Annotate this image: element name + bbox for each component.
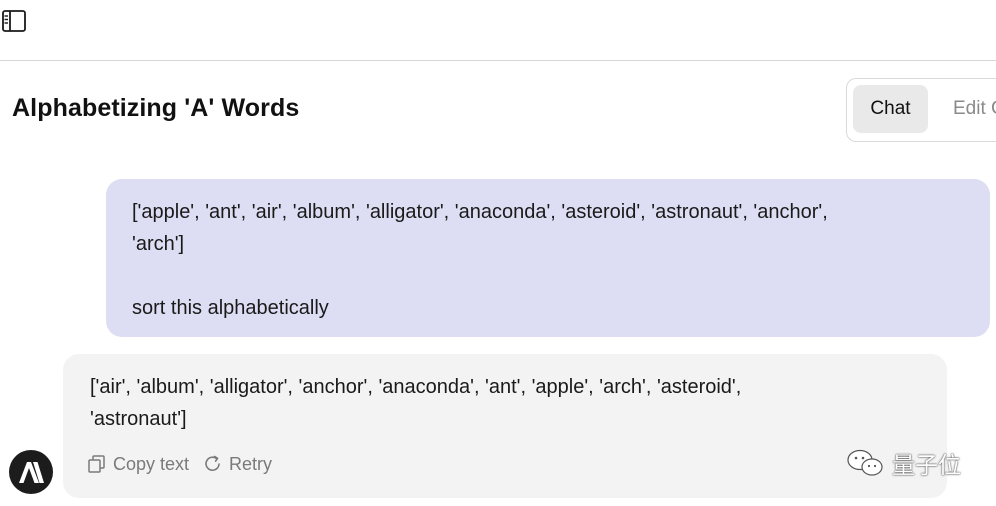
assistant-message: ['air', 'album', 'alligator', 'anchor', … xyxy=(63,354,947,498)
user-message-line: sort this alphabetically xyxy=(132,297,329,319)
tab-edit[interactable]: Edit C xyxy=(953,85,996,133)
watermark-text: 量子位 xyxy=(892,453,961,479)
message-actions: Copy text Retry xyxy=(87,450,286,478)
conversation-title: Alphabetizing 'A' Words xyxy=(12,94,300,122)
sidebar-toggle-icon[interactable] xyxy=(2,10,26,32)
copy-text-button[interactable]: Copy text xyxy=(87,448,189,480)
user-message: ['apple', 'ant', 'air', 'album', 'alliga… xyxy=(106,179,990,337)
retry-icon xyxy=(205,455,220,472)
assistant-message-line: ['air', 'album', 'alligator', 'anchor', … xyxy=(90,376,742,398)
wechat-icon xyxy=(847,449,883,476)
copy-icon xyxy=(88,455,105,473)
retry-label: Retry xyxy=(229,454,273,474)
assistant-avatar xyxy=(9,450,53,494)
copy-text-label: Copy text xyxy=(113,454,190,474)
watermark: 量子位 xyxy=(846,446,961,480)
anthropic-logo-icon xyxy=(19,462,44,483)
tab-chat[interactable]: Chat xyxy=(853,85,928,133)
user-message-line: 'arch'] xyxy=(132,233,185,255)
mode-switch: Chat Edit C xyxy=(846,78,996,142)
assistant-message-line: 'astronaut'] xyxy=(90,408,187,430)
top-bar xyxy=(0,0,996,61)
retry-button[interactable]: Retry xyxy=(203,448,272,480)
user-message-line: ['apple', 'ant', 'air', 'album', 'alliga… xyxy=(132,201,828,223)
